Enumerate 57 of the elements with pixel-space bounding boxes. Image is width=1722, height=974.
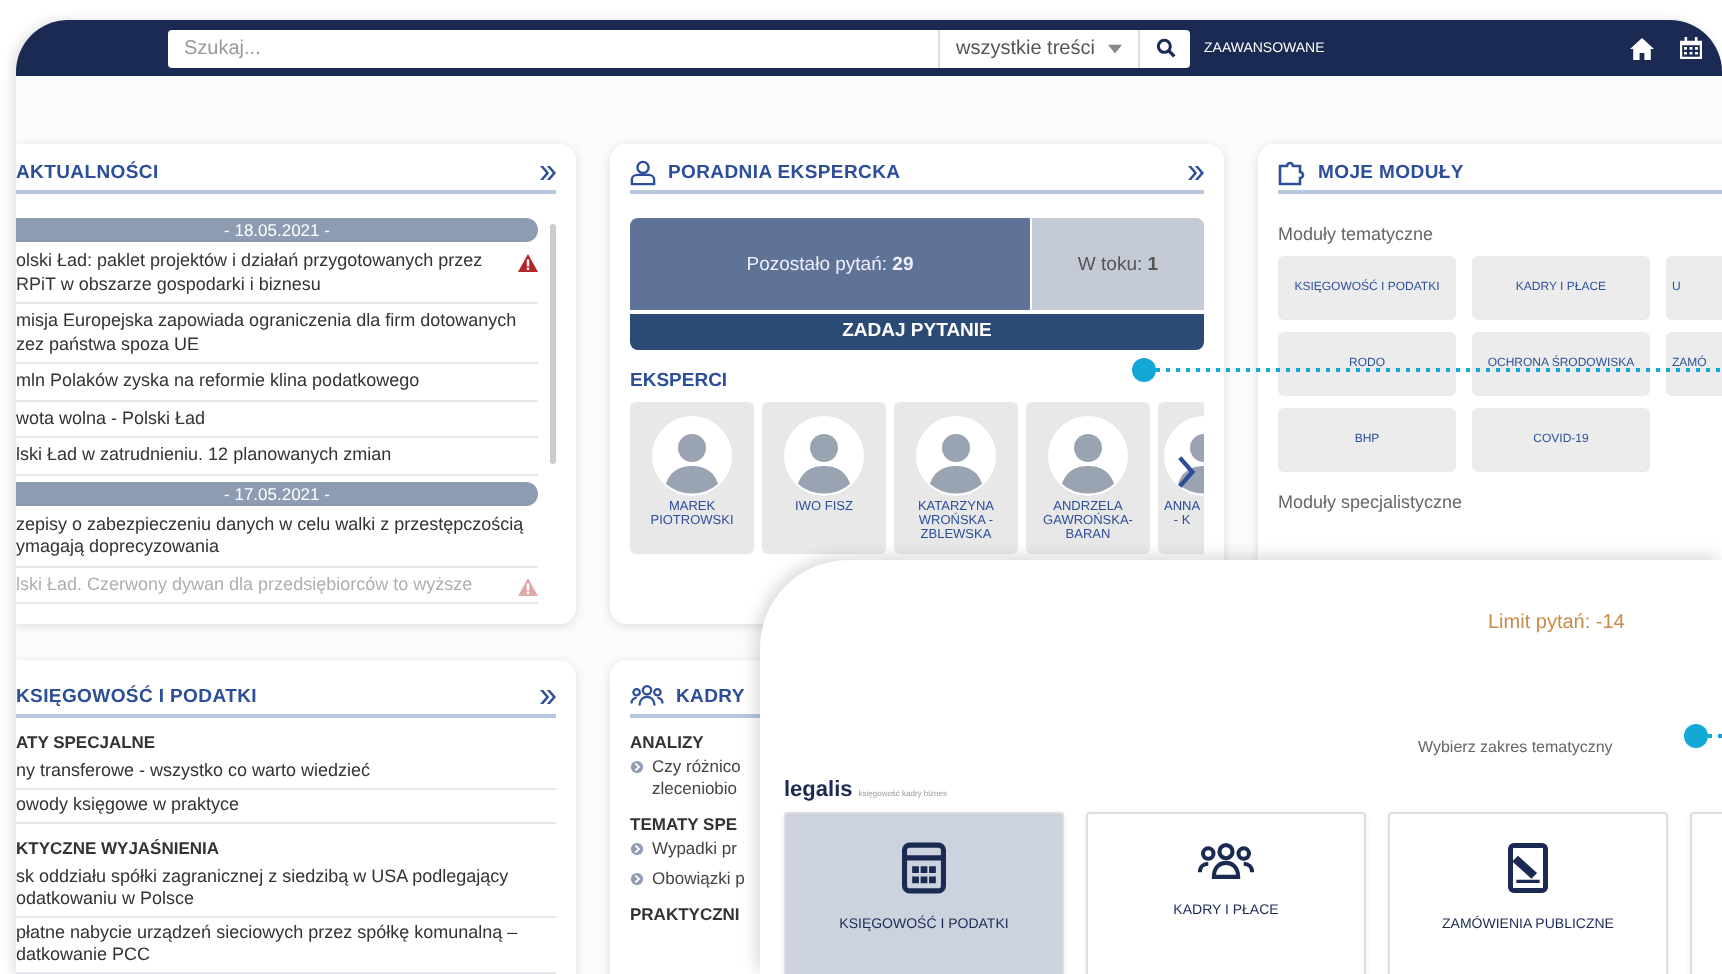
panel-title: MOJE MODUŁY [1318,161,1464,183]
article-link[interactable]: płatne nabycie urządzeń sieciowych przez spółkę komunalną – datkowanie PCC [16,918,556,974]
search-field[interactable]: Szukaj... [168,29,938,67]
scope-dropdown[interactable]: wszystkie treści [938,29,1138,67]
in-progress-count: W toku: 1 [1077,253,1159,275]
bullet-icon [630,872,644,886]
section-heading: PRAKTYCZNI [630,904,740,924]
section-heading: EKSPERCI [630,369,730,391]
news-link[interactable]: zepisy o zabezpieczeniu danych w celu walki z przestępczością ymagają doprecyzowania [16,513,524,559]
more-arrows-icon[interactable] [1188,165,1204,179]
article-link[interactable]: ny transferowe - wszystko co warto wiedzieć [16,756,556,790]
bullet-icon [630,842,644,856]
home-icon[interactable] [1630,37,1654,59]
panel-title: KADRY [676,685,745,707]
caret-icon [1108,43,1122,53]
puzzle-icon [1278,158,1306,186]
remaining-questions: Pozostało pytań: 29 [746,253,914,275]
news-link[interactable]: wota wolna - Polski Ład [16,407,206,430]
section-heading: ATY SPECJALNE [16,732,156,752]
news-link[interactable]: lski Ład w zatrudnieniu. 12 planowanych zmian [16,444,392,467]
brand-logo: legalis [784,778,853,802]
article-link[interactable]: sk oddziału spółki zagranicznej z siedzibą w USA podlegający odatkowaniu w Polsce [16,862,556,918]
article-link[interactable]: Wypadki pr [652,838,737,860]
article-link[interactable]: Obowiązki p [652,868,745,890]
expert-icon [630,159,656,185]
article-link[interactable]: owody księgowe w praktyce [16,790,556,824]
people-icon [1198,842,1254,880]
panel-title: AKTUALNOŚCI [16,161,159,183]
news-link[interactable]: mln Polaków zyska na reformie klina podatkowego [16,370,420,393]
avatar-icon [916,415,996,495]
more-arrows-icon[interactable] [540,689,556,703]
scrollbar[interactable] [550,224,556,464]
avatar-icon [784,415,864,495]
section-heading: ANALIZY [630,732,704,752]
bullet-icon [630,760,644,774]
topic-prompt: Wybierz zakres tematyczny [1418,738,1613,756]
news-link[interactable]: olski Ład: paklet projektów i działań przygotowanych przez RPiT w obszarze gospodarki i biznesu [16,250,483,296]
question-limit: Limit pytań: -14 [1488,612,1625,634]
document-pen-icon [1508,842,1548,894]
panel-title: KSIĘGOWOŚĆ I PODATKI [16,685,257,707]
section-heading: KTYCZNE WYJAŚNIENIA [16,838,220,858]
group-label: Moduły specjalistyczne [1278,492,1465,512]
search-button[interactable] [1138,29,1190,67]
article-link[interactable]: Czy różnico zleceniobio [652,756,741,800]
more-arrows-icon[interactable] [540,165,556,179]
calculator-icon [902,842,946,894]
group-label: Moduły tematyczne [1278,224,1436,244]
search-icon [1155,38,1175,58]
avatar-icon [652,415,732,495]
avatar-icon [1048,415,1128,495]
section-heading: TEMATY SPE [630,814,738,834]
news-link[interactable]: misja Europejska zapowiada ograniczenia dla firm dotowanych zez państwa spoza UE [16,310,517,356]
connector-line [1684,724,1722,748]
panel-title: PORADNIA EKSPERCKA [668,161,901,183]
calendar-icon[interactable] [1680,36,1702,60]
ask-question-button[interactable]: ZADAJ PYTANIE [630,313,1204,349]
people-icon [630,684,664,708]
